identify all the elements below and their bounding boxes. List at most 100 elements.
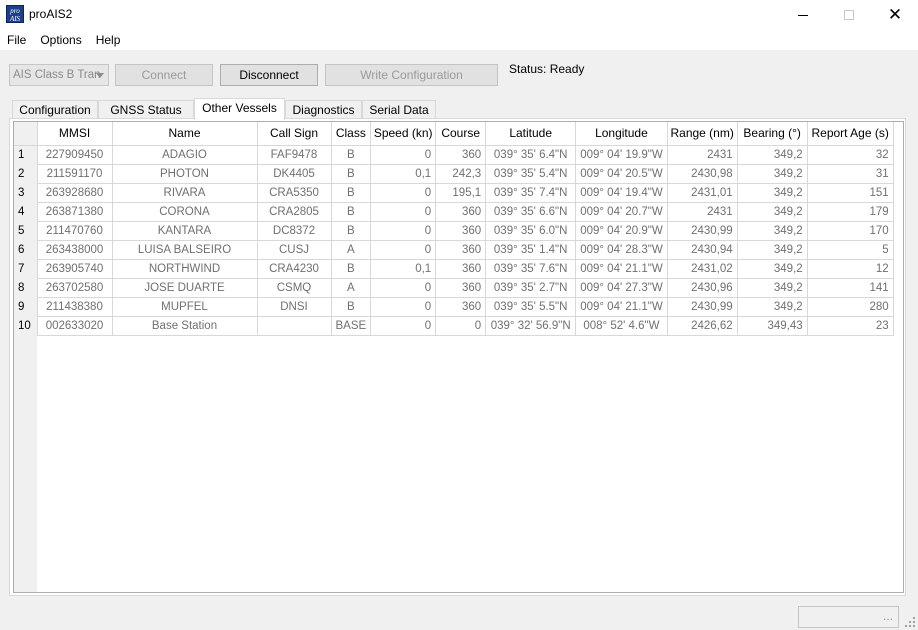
row-number[interactable]: 3 bbox=[14, 183, 38, 202]
cell-speed[interactable]: 0 bbox=[370, 202, 437, 222]
cell-name[interactable]: PHOTON bbox=[112, 164, 258, 184]
cell-name[interactable]: KANTARA bbox=[112, 221, 258, 241]
table-row[interactable]: 7 263905740 NORTHWIND CRA4230 B 0,1 360 039° 35… bbox=[14, 259, 894, 279]
cell-class[interactable]: B bbox=[331, 202, 372, 222]
cell-bearing[interactable]: 349,2 bbox=[737, 145, 808, 165]
cell-class[interactable]: B bbox=[331, 145, 372, 165]
row-number[interactable]: 1 bbox=[14, 145, 38, 164]
cell-class[interactable]: BASE bbox=[331, 316, 372, 336]
cell-longitude[interactable]: 009° 04' 20.9"W bbox=[575, 221, 668, 241]
row-number[interactable]: 9 bbox=[14, 297, 38, 316]
cell-bearing[interactable]: 349,2 bbox=[737, 202, 808, 222]
column-header-bearing[interactable]: Bearing (°) bbox=[737, 122, 808, 146]
cell-longitude[interactable]: 009° 04' 19.9"W bbox=[575, 145, 668, 165]
cell-latitude[interactable]: 039° 35' 5.4"N bbox=[485, 164, 577, 184]
table-row[interactable]: 4 263871380 CORONA CRA2805 B 0 360 039° 35' 6.6… bbox=[14, 202, 894, 222]
cell-range[interactable]: 2430,94 bbox=[667, 240, 738, 260]
row-number[interactable]: 10 bbox=[14, 316, 38, 335]
close-button[interactable]: ✕ bbox=[872, 0, 918, 30]
cell-report-age[interactable]: 12 bbox=[807, 259, 894, 279]
tab-diagnostics[interactable]: Diagnostics bbox=[285, 100, 362, 119]
cell-mmsi[interactable]: 263438000 bbox=[37, 240, 113, 260]
column-header-longitude[interactable]: Longitude bbox=[575, 122, 668, 146]
cell-course[interactable]: 360 bbox=[435, 278, 487, 298]
cell-bearing[interactable]: 349,2 bbox=[737, 297, 808, 317]
cell-course[interactable]: 360 bbox=[435, 145, 487, 165]
cell-latitude[interactable]: 039° 35' 7.4"N bbox=[485, 183, 577, 203]
cell-class[interactable]: B bbox=[331, 221, 372, 241]
cell-course[interactable]: 360 bbox=[435, 240, 487, 260]
cell-speed[interactable]: 0 bbox=[370, 297, 437, 317]
cell-call-sign[interactable]: DK4405 bbox=[257, 164, 332, 184]
cell-mmsi[interactable]: 211438380 bbox=[37, 297, 113, 317]
maximize-button[interactable] bbox=[826, 0, 872, 30]
cell-name[interactable]: RIVARA bbox=[112, 183, 258, 203]
cell-bearing[interactable]: 349,2 bbox=[737, 259, 808, 279]
tab-gnss-status[interactable]: GNSS Status bbox=[98, 100, 194, 119]
cell-class[interactable]: A bbox=[331, 240, 372, 260]
write-configuration-button[interactable]: Write Configuration bbox=[325, 64, 498, 86]
cell-mmsi[interactable]: 263871380 bbox=[37, 202, 113, 222]
cell-range[interactable]: 2430,99 bbox=[667, 221, 738, 241]
cell-course[interactable]: 195,1 bbox=[435, 183, 487, 203]
cell-bearing[interactable]: 349,2 bbox=[737, 164, 808, 184]
cell-name[interactable]: CORONA bbox=[112, 202, 258, 222]
cell-speed[interactable]: 0 bbox=[370, 278, 437, 298]
cell-mmsi[interactable]: 263928680 bbox=[37, 183, 113, 203]
cell-name[interactable]: MUPFEL bbox=[112, 297, 258, 317]
cell-latitude[interactable]: 039° 35' 6.0"N bbox=[485, 221, 577, 241]
cell-call-sign[interactable]: DC8372 bbox=[257, 221, 332, 241]
cell-bearing[interactable]: 349,43 bbox=[737, 316, 808, 336]
cell-bearing[interactable]: 349,2 bbox=[737, 278, 808, 298]
cell-range[interactable]: 2430,96 bbox=[667, 278, 738, 298]
column-header-name[interactable]: Name bbox=[112, 122, 258, 146]
table-row[interactable]: 8 263702580 JOSE DUARTE CSMQ A 0 360 039° 35' 2… bbox=[14, 278, 894, 298]
cell-mmsi[interactable]: 211591170 bbox=[37, 164, 113, 184]
table-row[interactable]: 10 002633020 Base Station BASE 0 0 039° 32' 56… bbox=[14, 316, 894, 336]
cell-speed[interactable]: 0 bbox=[370, 240, 437, 260]
cell-name[interactable]: NORTHWIND bbox=[112, 259, 258, 279]
cell-course[interactable]: 360 bbox=[435, 297, 487, 317]
column-header-call-sign[interactable]: Call Sign bbox=[257, 122, 332, 146]
table-row[interactable]: 9 211438380 MUPFEL DNSI B 0 360 039° 35' 5.5"N 0… bbox=[14, 297, 894, 317]
menu-options[interactable]: Options bbox=[33, 30, 88, 50]
menu-file[interactable]: File bbox=[0, 30, 33, 50]
cell-latitude[interactable]: 039° 35' 5.5"N bbox=[485, 297, 577, 317]
cell-speed[interactable]: 0 bbox=[370, 145, 437, 165]
cell-call-sign[interactable]: CRA4230 bbox=[257, 259, 332, 279]
cell-latitude[interactable]: 039° 35' 7.6"N bbox=[485, 259, 577, 279]
cell-class[interactable]: B bbox=[331, 297, 372, 317]
cell-report-age[interactable]: 31 bbox=[807, 164, 894, 184]
cell-class[interactable]: A bbox=[331, 278, 372, 298]
cell-call-sign[interactable]: CRA5350 bbox=[257, 183, 332, 203]
cell-mmsi[interactable]: 263905740 bbox=[37, 259, 113, 279]
size-grip-icon[interactable] bbox=[904, 616, 916, 628]
minimize-button[interactable] bbox=[780, 0, 826, 30]
cell-class[interactable]: B bbox=[331, 259, 372, 279]
cell-speed[interactable]: 0,1 bbox=[370, 164, 437, 184]
cell-mmsi[interactable]: 211470760 bbox=[37, 221, 113, 241]
cell-call-sign[interactable]: CUSJ bbox=[257, 240, 332, 260]
cell-name[interactable]: Base Station bbox=[112, 316, 258, 336]
menu-help[interactable]: Help bbox=[89, 30, 128, 50]
table-corner[interactable] bbox=[14, 122, 38, 146]
column-header-latitude[interactable]: Latitude bbox=[485, 122, 577, 146]
cell-report-age[interactable]: 170 bbox=[807, 221, 894, 241]
tab-serial-data[interactable]: Serial Data bbox=[362, 100, 436, 119]
cell-range[interactable]: 2431,01 bbox=[667, 183, 738, 203]
cell-bearing[interactable]: 349,2 bbox=[737, 221, 808, 241]
cell-name[interactable]: ADAGIO bbox=[112, 145, 258, 165]
cell-class[interactable]: B bbox=[331, 183, 372, 203]
cell-longitude[interactable]: 009° 04' 21.1"W bbox=[575, 259, 668, 279]
column-header-report-age[interactable]: Report Age (s) bbox=[807, 122, 894, 146]
cell-range[interactable]: 2426,62 bbox=[667, 316, 738, 336]
cell-course[interactable]: 360 bbox=[435, 202, 487, 222]
cell-course[interactable]: 360 bbox=[435, 221, 487, 241]
column-header-speed[interactable]: Speed (kn) bbox=[370, 122, 437, 146]
cell-speed[interactable]: 0 bbox=[370, 221, 437, 241]
disconnect-button[interactable]: Disconnect bbox=[220, 64, 318, 86]
cell-mmsi[interactable]: 227909450 bbox=[37, 145, 113, 165]
cell-latitude[interactable]: 039° 35' 2.7"N bbox=[485, 278, 577, 298]
cell-longitude[interactable]: 009° 04' 20.7"W bbox=[575, 202, 668, 222]
cell-report-age[interactable]: 280 bbox=[807, 297, 894, 317]
